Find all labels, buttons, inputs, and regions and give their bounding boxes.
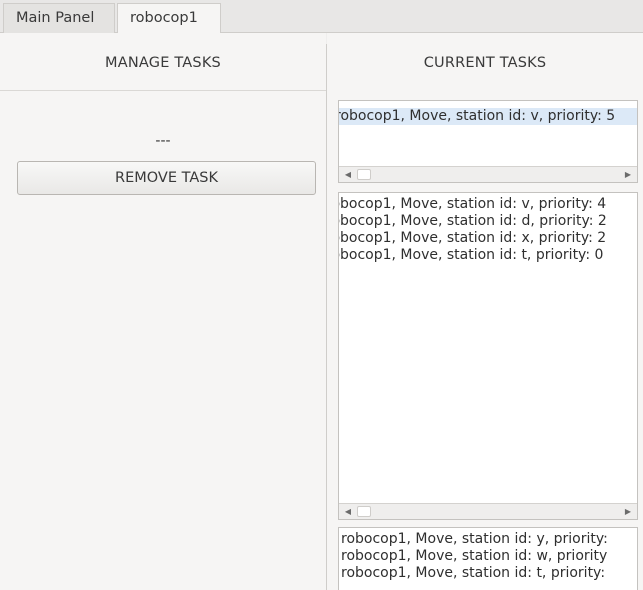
header-divider: [0, 90, 326, 91]
horizontal-scrollbar[interactable]: ◀ ▶: [339, 166, 637, 182]
list-item[interactable]: robocop1, Move, station id: t, priority:…: [339, 247, 637, 264]
completed-task-lines: robocop1, Move, station id: y, priority:…: [341, 531, 637, 582]
selected-task-label: ---: [155, 133, 171, 149]
arrow-left-icon[interactable]: ◀: [341, 505, 355, 518]
remove-task-button[interactable]: REMOVE TASK: [17, 161, 316, 195]
list-item[interactable]: robocop1, Move, station id: t, priority:: [341, 565, 637, 582]
current-tasks-panel: CURRENT TASKS robocop1, Move, station id…: [327, 33, 643, 590]
list-item[interactable]: robocop1, Move, station id: x, priority:…: [339, 230, 637, 247]
robot-task-window: Main Panel robocop1 MANAGE TASKS --- REM…: [0, 0, 643, 590]
horizontal-scrollbar[interactable]: ◀ ▶: [339, 503, 637, 519]
tab-main-panel[interactable]: Main Panel: [3, 3, 115, 33]
list-item[interactable]: robocop1, Move, station id: v, priority:…: [339, 108, 637, 125]
tab-bar: Main Panel robocop1: [0, 0, 643, 34]
arrow-left-icon[interactable]: ◀: [341, 168, 355, 181]
current-tasks-title: CURRENT TASKS: [423, 55, 547, 71]
arrow-right-icon[interactable]: ▶: [621, 168, 635, 181]
list-item[interactable]: robocop1, Move, station id: y, priority:: [341, 531, 637, 548]
completed-task-list[interactable]: robocop1, Move, station id: y, priority:…: [338, 527, 638, 590]
active-task-lines: robocop1, Move, station id: v, priority:…: [339, 108, 637, 125]
manage-tasks-title: MANAGE TASKS: [105, 55, 221, 71]
scrollbar-thumb[interactable]: [357, 506, 371, 517]
list-item[interactable]: robocop1, Move, station id: w, priority: [341, 548, 637, 565]
active-task-list[interactable]: robocop1, Move, station id: v, priority:…: [338, 100, 638, 183]
queued-task-lines: robocop1, Move, station id: v, priority:…: [339, 196, 637, 264]
arrow-right-icon[interactable]: ▶: [621, 505, 635, 518]
manage-tasks-panel: MANAGE TASKS --- REMOVE TASK: [0, 33, 326, 590]
queued-task-list[interactable]: robocop1, Move, station id: v, priority:…: [338, 192, 638, 520]
list-item[interactable]: robocop1, Move, station id: v, priority:…: [339, 196, 637, 213]
tab-robocop1[interactable]: robocop1: [117, 3, 221, 34]
scrollbar-thumb[interactable]: [357, 169, 371, 180]
list-item[interactable]: robocop1, Move, station id: d, priority:…: [339, 213, 637, 230]
